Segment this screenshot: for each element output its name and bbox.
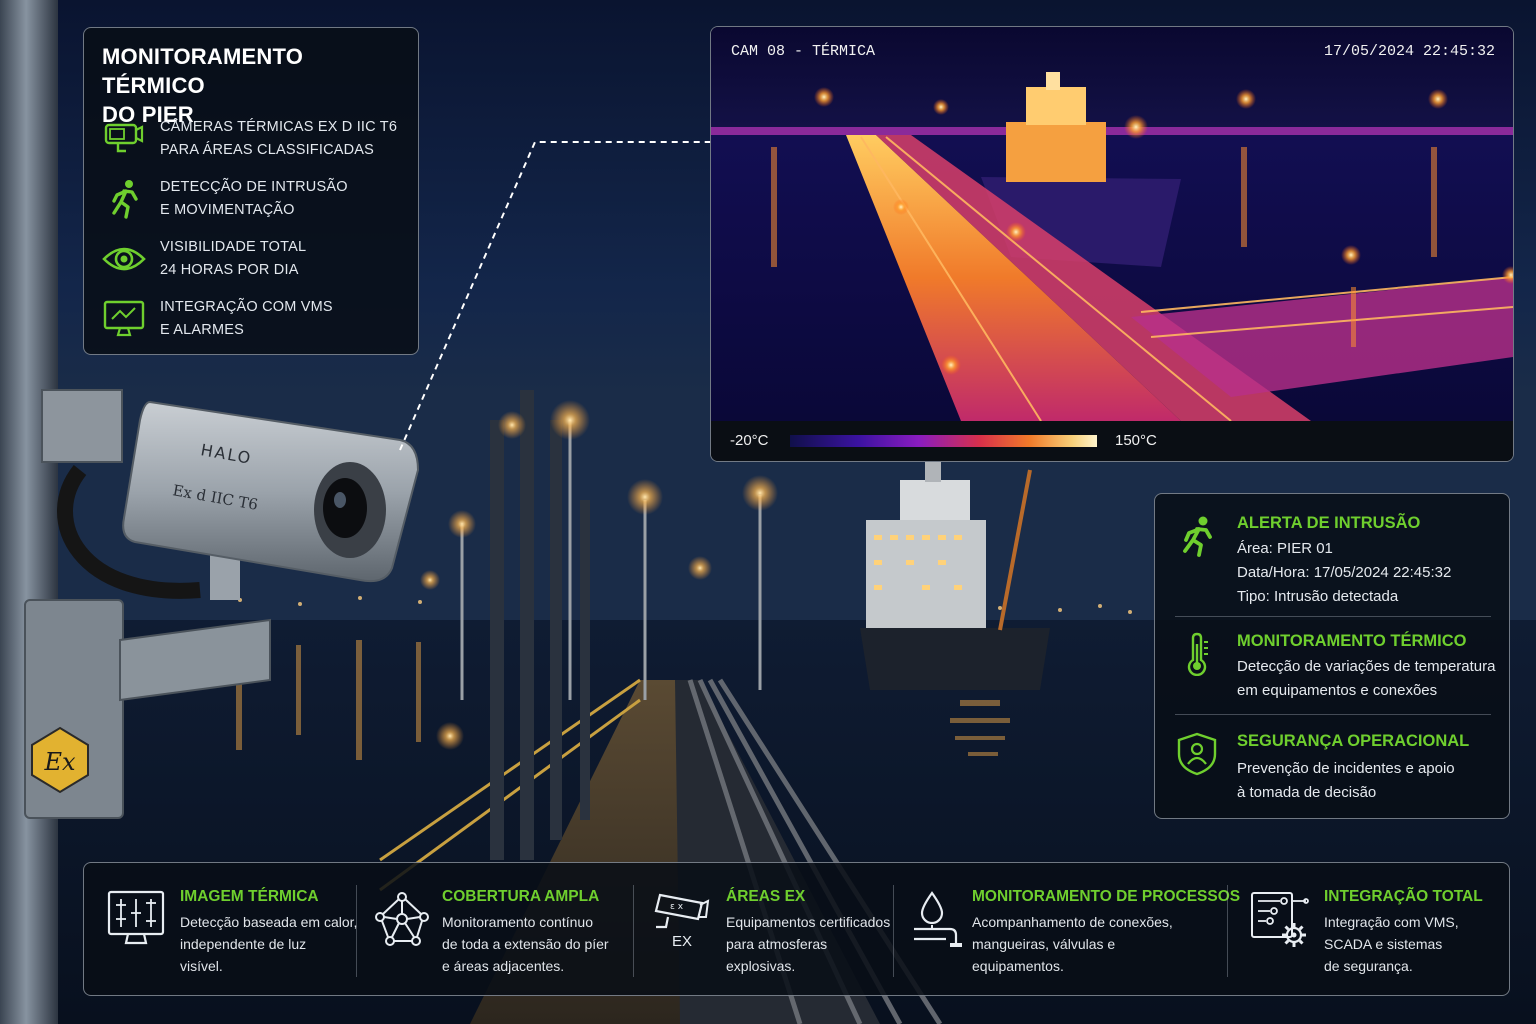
feature-thermal-cameras: CÂMERAS TÉRMICAS EX D IIC T6 PARA ÁREAS …	[102, 116, 397, 162]
alert-thermal[interactable]: MONITORAMENTO TÉRMICO Detecção de variaç…	[1175, 632, 1495, 702]
ex-symbol: Ex	[43, 748, 76, 776]
divider	[1227, 885, 1228, 977]
thermal-grid-monitor-icon	[107, 890, 165, 945]
temp-max-label: 150°C	[1115, 432, 1157, 449]
camera-timestamp: 17/05/2024 22:45:32	[1323, 43, 1495, 60]
temperature-scale: -20°C 150°C	[711, 421, 1513, 461]
alert-heading: ALERTA DE INTRUSÃO	[1237, 514, 1421, 532]
features-bar: IMAGEM TÉRMICA Detecção baseada em calor…	[83, 862, 1510, 996]
network-nodes-icon	[375, 892, 429, 946]
thermal-camera-icon	[104, 123, 144, 153]
feature-intrusion-detection: DETECÇÃO DE INTRUSÃO E MOVIMENTAÇÃO	[102, 176, 348, 222]
ex-icon-label: EX	[672, 933, 693, 950]
shield-person-icon	[1177, 732, 1217, 776]
info-panel: MONITORAMENTO TÉRMICO DO PIER CÂMERAS TÉ…	[83, 27, 419, 355]
divider	[893, 885, 894, 977]
thermometer-icon	[1187, 632, 1208, 676]
temperature-gradient	[790, 435, 1097, 447]
divider	[356, 885, 357, 977]
running-person-icon	[1183, 516, 1212, 557]
alert-operational-safety[interactable]: SEGURANÇA OPERACIONAL Prevenção de incid…	[1175, 732, 1493, 802]
feature-visibility: VISIBILIDADE TOTAL 24 HORAS POR DIA	[102, 236, 306, 282]
drop-pipe-icon	[914, 891, 962, 947]
feature-vms-integration: INTEGRAÇÃO COM VMS E ALARMES	[102, 296, 333, 342]
alert-intrusion[interactable]: ALERTA DE INTRUSÃO Área: PIER 01 Data/Ho…	[1175, 514, 1493, 614]
divider	[1175, 616, 1491, 617]
alert-panel: ALERTA DE INTRUSÃO Área: PIER 01 Data/Ho…	[1154, 493, 1510, 819]
integration-gear-icon	[1251, 892, 1309, 947]
divider	[633, 885, 634, 977]
thermal-camera-feed[interactable]: CAM 08 - TÉRMICA 17/05/2024 22:45:32 -20…	[710, 26, 1514, 462]
eye-icon	[102, 247, 146, 271]
monitor-icon	[103, 300, 145, 337]
temp-min-label: -20°C	[730, 432, 769, 449]
camera-label: CAM 08 - TÉRMICA	[731, 43, 876, 60]
divider	[1175, 714, 1491, 715]
alert-heading: SEGURANÇA OPERACIONAL	[1237, 732, 1470, 750]
alert-heading: MONITORAMENTO TÉRMICO	[1237, 632, 1467, 650]
thermal-image	[711, 27, 1513, 421]
svg-text:ε x: ε x	[670, 902, 684, 912]
running-person-icon	[112, 180, 138, 219]
